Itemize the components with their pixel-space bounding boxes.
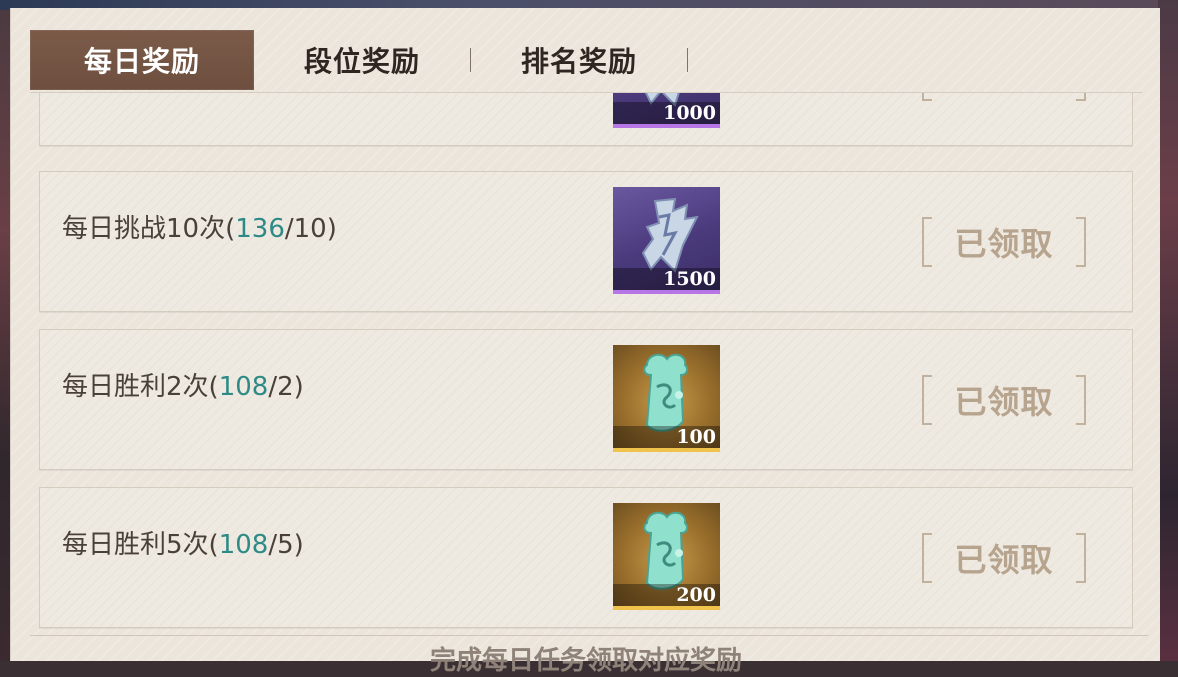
- rewards-panel: 每日奖励 段位奖励 排名奖励 1000 每日挑战10次(136/10) 1500…: [10, 8, 1160, 676]
- reward-quantity: 200: [613, 584, 720, 606]
- reward-item[interactable]: 1500: [613, 187, 720, 294]
- footer-divider: [30, 635, 1148, 636]
- reward-item[interactable]: 100: [613, 345, 720, 452]
- task-progress: 136: [235, 214, 285, 244]
- reward-quantity: 1500: [613, 268, 720, 290]
- task-list[interactable]: 1000 每日挑战10次(136/10) 1500 已领取 每日胜利2次(108…: [39, 93, 1134, 633]
- reward-item[interactable]: 200: [613, 503, 720, 610]
- tab-daily-rewards[interactable]: 每日奖励: [30, 30, 254, 90]
- task-description: 每日胜利2次(108/2): [62, 372, 304, 402]
- task-card: 每日胜利2次(108/2) 100 已领取: [39, 329, 1133, 470]
- claimed-status: 已领取: [922, 532, 1086, 584]
- tab-ranking-rewards[interactable]: 排名奖励: [471, 30, 687, 90]
- task-progress: 108: [218, 372, 269, 402]
- task-progress: 108: [218, 530, 269, 560]
- tab-label: 每日奖励: [83, 45, 200, 78]
- task-card: 每日挑战10次(136/10) 1500 已领取: [39, 171, 1133, 312]
- claimed-status: [922, 93, 1086, 102]
- task-card: 每日胜利5次(108/5) 200 已领取: [39, 487, 1133, 628]
- tab-label: 排名奖励: [521, 45, 638, 78]
- claimed-status: 已领取: [922, 374, 1086, 426]
- task-card: 1000: [39, 93, 1133, 146]
- task-description: 每日挑战10次(136/10): [62, 214, 337, 244]
- footer-hint: 完成每日任务领取对应奖励: [429, 646, 742, 676]
- tab-rank-rewards[interactable]: 段位奖励: [254, 30, 470, 90]
- reward-tab-bar: 每日奖励 段位奖励 排名奖励: [30, 30, 689, 90]
- tab-divider: [687, 48, 689, 72]
- right-background-edge: [1158, 0, 1178, 661]
- tab-label: 段位奖励: [304, 45, 421, 78]
- reward-item[interactable]: 1000: [613, 93, 720, 128]
- task-description: 每日胜利5次(108/5): [62, 530, 304, 560]
- reward-quantity: 100: [613, 426, 720, 448]
- claimed-status: 已领取: [922, 216, 1086, 268]
- reward-quantity: 1000: [613, 102, 720, 124]
